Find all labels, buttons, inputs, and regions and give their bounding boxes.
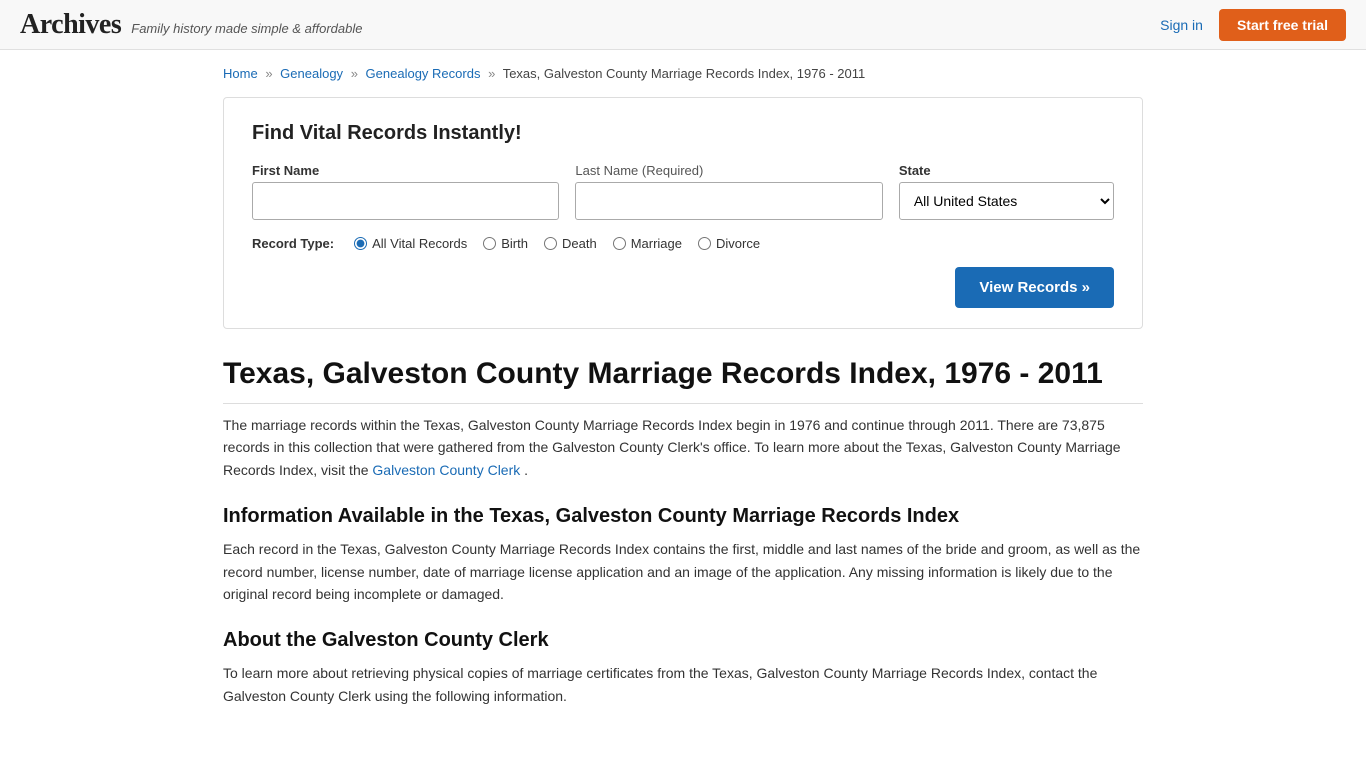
first-name-field-group: First Name [252, 163, 559, 220]
intro-section: The marriage records within the Texas, G… [223, 414, 1143, 481]
search-box: Find Vital Records Instantly! First Name… [223, 97, 1143, 329]
state-label: State [899, 163, 1114, 178]
first-name-label: First Name [252, 163, 559, 178]
breadcrumb-sep-1: » [265, 66, 272, 81]
search-actions: View Records » [252, 267, 1114, 308]
radio-all-vital-input[interactable] [354, 237, 367, 250]
intro-paragraph: The marriage records within the Texas, G… [223, 414, 1143, 481]
site-header: Archives Family history made simple & af… [0, 0, 1366, 50]
radio-marriage-input[interactable] [613, 237, 626, 250]
breadcrumb-genealogy[interactable]: Genealogy [280, 66, 343, 81]
info-section-heading: Information Available in the Texas, Galv… [223, 505, 1143, 528]
galveston-clerk-link[interactable]: Galveston County Clerk [372, 462, 520, 478]
main-content: Home » Genealogy » Genealogy Records » T… [203, 50, 1163, 747]
radio-death-label: Death [562, 236, 597, 251]
site-tagline: Family history made simple & affordable [131, 21, 362, 36]
about-section-text: To learn more about retrieving physical … [223, 662, 1143, 707]
radio-divorce-input[interactable] [698, 237, 711, 250]
state-select[interactable]: All United States Alabama Alaska Arizona… [899, 182, 1114, 220]
header-actions: Sign in Start free trial [1160, 9, 1346, 41]
breadcrumb-genealogy-records[interactable]: Genealogy Records [366, 66, 481, 81]
radio-options: All Vital Records Birth Death Marriage D… [354, 236, 760, 251]
info-section-text: Each record in the Texas, Galveston Coun… [223, 538, 1143, 605]
info-section: Information Available in the Texas, Galv… [223, 505, 1143, 605]
radio-birth-label: Birth [501, 236, 528, 251]
site-logo: Archives [20, 9, 121, 41]
state-field-group: State All United States Alabama Alaska A… [899, 163, 1114, 220]
last-name-input[interactable] [575, 182, 882, 220]
breadcrumb: Home » Genealogy » Genealogy Records » T… [223, 66, 1143, 81]
breadcrumb-home[interactable]: Home [223, 66, 258, 81]
last-name-field-group: Last Name (Required) [575, 163, 882, 220]
radio-divorce[interactable]: Divorce [698, 236, 760, 251]
radio-all-vital[interactable]: All Vital Records [354, 236, 467, 251]
about-section-heading: About the Galveston County Clerk [223, 629, 1143, 652]
radio-birth[interactable]: Birth [483, 236, 528, 251]
sign-in-link[interactable]: Sign in [1160, 17, 1203, 33]
last-name-label: Last Name (Required) [575, 163, 882, 178]
record-type-row: Record Type: All Vital Records Birth Dea… [252, 236, 1114, 251]
breadcrumb-current: Texas, Galveston County Marriage Records… [503, 66, 866, 81]
first-name-input[interactable] [252, 182, 559, 220]
start-trial-button[interactable]: Start free trial [1219, 9, 1346, 41]
radio-all-vital-label: All Vital Records [372, 236, 467, 251]
breadcrumb-sep-3: » [488, 66, 495, 81]
radio-marriage-label: Marriage [631, 236, 682, 251]
about-section: About the Galveston County Clerk To lear… [223, 629, 1143, 707]
radio-birth-input[interactable] [483, 237, 496, 250]
radio-marriage[interactable]: Marriage [613, 236, 682, 251]
radio-divorce-label: Divorce [716, 236, 760, 251]
record-type-label: Record Type: [252, 236, 334, 251]
header-logo-area: Archives Family history made simple & af… [20, 9, 362, 41]
radio-death-input[interactable] [544, 237, 557, 250]
view-records-button[interactable]: View Records » [955, 267, 1114, 308]
page-title: Texas, Galveston County Marriage Records… [223, 357, 1143, 404]
breadcrumb-sep-2: » [351, 66, 358, 81]
radio-death[interactable]: Death [544, 236, 597, 251]
search-box-title: Find Vital Records Instantly! [252, 122, 1114, 145]
search-fields-row: First Name Last Name (Required) State Al… [252, 163, 1114, 220]
